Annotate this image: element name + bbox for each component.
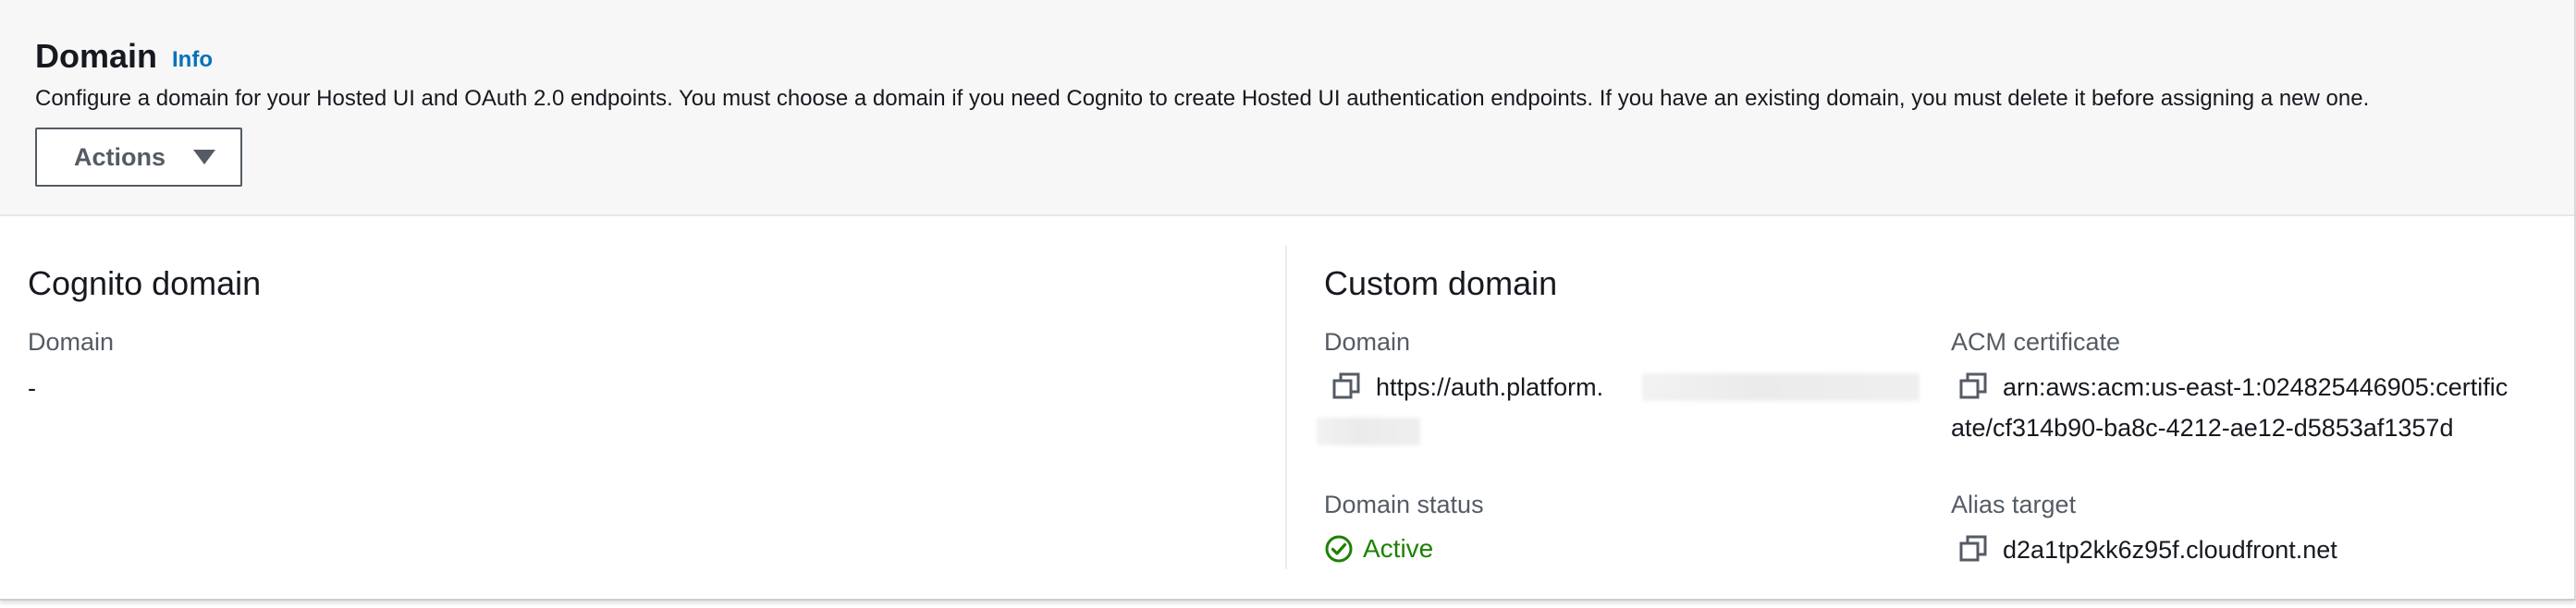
domain-status-label: Domain status: [1324, 491, 1484, 518]
domain-description: Configure a domain for your Hosted UI an…: [35, 86, 2370, 111]
redacted-region: [1642, 373, 1920, 401]
redacted-region: [1317, 418, 1420, 445]
domain-panel-header: Domain Info Configure a domain for your …: [0, 0, 2574, 216]
cognito-domain-title: Cognito domain: [28, 264, 262, 302]
custom-domain-title: Custom domain: [1324, 264, 1558, 302]
cognito-domain-label: Domain: [28, 328, 115, 356]
page-title: Domain: [35, 37, 158, 75]
custom-domain-label: Domain: [1324, 328, 1411, 356]
acm-certificate-label: ACM certificate: [1951, 328, 2121, 356]
cognito-domain-value: -: [28, 374, 36, 402]
actions-button-label: Actions: [74, 142, 166, 171]
copy-icon[interactable]: [1331, 371, 1361, 401]
copy-icon[interactable]: [1958, 534, 1988, 564]
column-divider: [1285, 246, 1287, 569]
copy-icon[interactable]: [1958, 371, 1988, 401]
acm-certificate-value-line2: ate/cf314b90-ba8c-4212-ae12-d5853af1357d: [1951, 414, 2454, 442]
domain-panel: Domain Info Configure a domain for your …: [0, 0, 2576, 601]
check-circle-icon: [1325, 535, 1353, 563]
acm-certificate-value-line1: arn:aws:acm:us-east-1:024825446905:certi…: [2003, 373, 2509, 401]
alias-target-value: d2a1tp2kk6z95f.cloudfront.net: [2003, 536, 2337, 564]
info-link[interactable]: Info: [172, 44, 213, 76]
custom-domain-value: https://auth.platform.: [1376, 373, 1604, 401]
actions-dropdown-button[interactable]: Actions: [35, 128, 242, 187]
alias-target-label: Alias target: [1951, 491, 2077, 518]
domain-status-badge: Active: [1324, 530, 1433, 567]
domain-status-value: Active: [1363, 534, 1434, 563]
caret-down-icon: [193, 150, 216, 164]
